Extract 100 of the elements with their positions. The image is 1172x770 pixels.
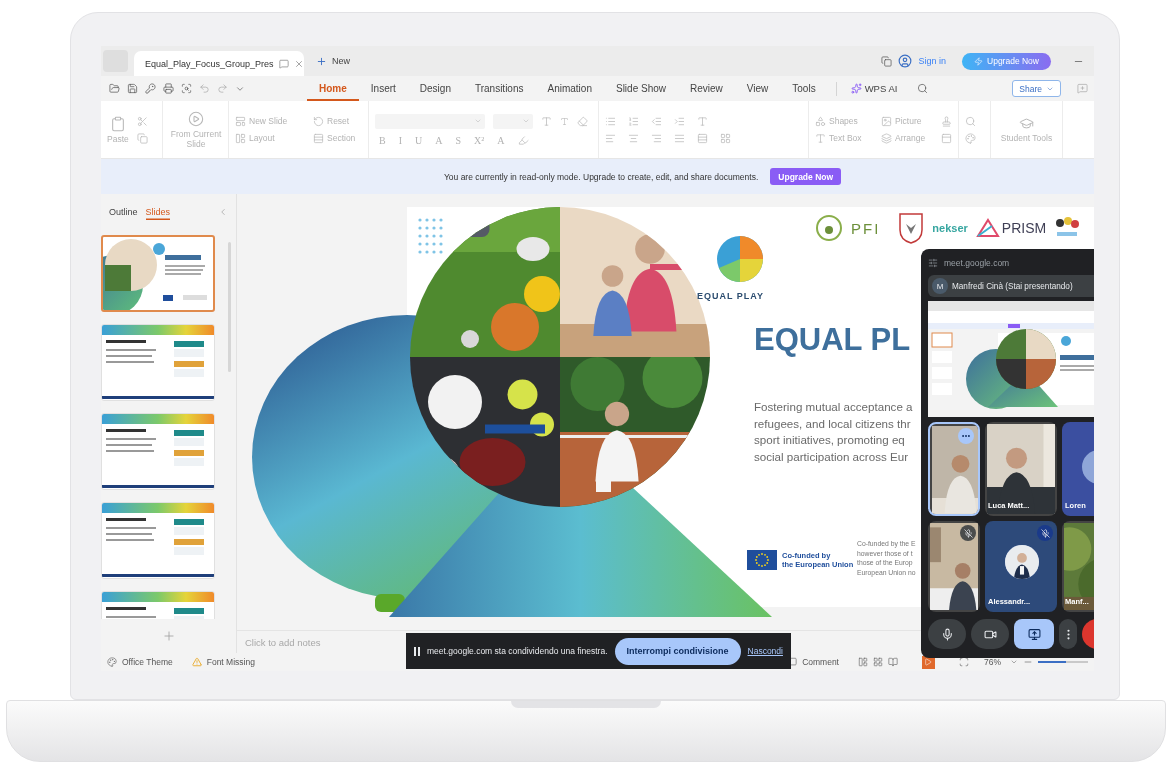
highlighter-icon[interactable] xyxy=(517,134,529,146)
comment-button[interactable]: Comment xyxy=(802,657,839,667)
more-button[interactable] xyxy=(1059,619,1077,649)
slide-thumbnail[interactable] xyxy=(101,235,215,312)
graduation-cap-icon xyxy=(1019,116,1034,131)
play-icon xyxy=(188,110,204,127)
picture-button[interactable]: Picture xyxy=(881,115,933,127)
layout-button[interactable]: Layout xyxy=(235,132,305,144)
menu-tab[interactable]: Animation xyxy=(535,76,604,101)
banner-message: You are currently in read-only mode. Upgrade to create, edit, and share documents. xyxy=(443,171,759,182)
panel-tab[interactable]: Slides xyxy=(145,203,171,220)
scissors-icon[interactable] xyxy=(136,115,148,127)
indent-icon[interactable] xyxy=(674,115,685,127)
notes-field[interactable]: Click to add notes xyxy=(245,636,321,648)
grow-font-icon[interactable] xyxy=(541,115,552,127)
sorter-view-icon[interactable] xyxy=(873,657,883,667)
menu-tab[interactable]: View xyxy=(734,76,781,101)
redo-icon[interactable] xyxy=(217,83,228,94)
superscript-button[interactable]: X² xyxy=(474,134,485,146)
search-icon[interactable] xyxy=(917,83,929,94)
new-tab-button[interactable]: New xyxy=(316,55,350,67)
columns-icon[interactable] xyxy=(720,132,731,144)
section-button[interactable]: Section xyxy=(313,132,356,144)
stop-sharing-button[interactable]: Interrompi condivisione xyxy=(614,637,741,665)
shadow-button[interactable]: S xyxy=(455,134,462,146)
menu-tab[interactable]: Tools xyxy=(780,76,828,101)
shapes-button[interactable]: Shapes xyxy=(815,115,873,127)
line-spacing-icon[interactable] xyxy=(697,132,708,144)
menu-tab[interactable]: Slide Show xyxy=(603,76,678,101)
font-size-field[interactable] xyxy=(493,113,533,129)
italic-button[interactable]: I xyxy=(398,134,402,146)
sparkle-icon xyxy=(850,83,862,94)
numbering-icon[interactable] xyxy=(628,115,639,127)
partner-logo-text: PFI xyxy=(851,219,881,237)
upgrade-now-button[interactable]: Upgrade Now xyxy=(770,168,842,185)
menu-tab[interactable]: Transitions xyxy=(462,76,536,101)
text-box-button[interactable]: Text Box xyxy=(815,132,873,144)
layers-icon xyxy=(881,132,892,144)
find-icon[interactable] xyxy=(965,115,976,127)
undo-icon[interactable] xyxy=(199,83,210,94)
zoom-level[interactable]: 76% xyxy=(984,657,1001,667)
eraser-icon[interactable] xyxy=(577,115,588,127)
reading-view-icon[interactable] xyxy=(888,657,898,667)
bold-button[interactable]: B xyxy=(379,134,386,146)
text-box-icon xyxy=(815,132,826,144)
lightning-icon xyxy=(974,56,983,66)
close-icon[interactable] xyxy=(293,58,304,69)
print-preview-icon[interactable] xyxy=(181,83,192,94)
folder-icon[interactable] xyxy=(109,83,120,94)
microphone-button[interactable] xyxy=(928,619,966,649)
stamp-icon[interactable] xyxy=(941,115,952,127)
menu-tab[interactable]: Review xyxy=(678,76,735,101)
collapse-icon[interactable] xyxy=(218,206,228,217)
window-icon[interactable] xyxy=(881,55,893,67)
align-center-icon[interactable] xyxy=(628,132,639,144)
palette-icon[interactable] xyxy=(965,132,976,144)
menu-tab[interactable]: Insert xyxy=(358,76,408,101)
paste-button[interactable]: Paste xyxy=(107,115,129,144)
student-tools-button[interactable]: Student Tools xyxy=(997,116,1056,143)
arrange-button[interactable]: Arrange xyxy=(881,132,933,144)
slide-body-line: social participation across Eur xyxy=(754,448,909,465)
globe-logo-icon xyxy=(715,234,765,284)
from-current-slide-button[interactable]: From Current Slide xyxy=(169,110,223,149)
hide-link[interactable]: Nascondi xyxy=(747,646,783,656)
add-slide-icon[interactable] xyxy=(161,629,176,643)
camera-button[interactable] xyxy=(971,619,1009,649)
align-right-icon[interactable] xyxy=(651,132,662,144)
menu-tab[interactable]: Home xyxy=(307,76,359,101)
upgrade-button[interactable]: Upgrade Now xyxy=(962,52,1051,70)
shrink-font-icon[interactable] xyxy=(560,116,569,126)
underline-button[interactable]: U xyxy=(415,134,423,146)
save-icon[interactable] xyxy=(127,83,138,94)
slide-body-line: refugees, and local citizens thr xyxy=(754,415,912,432)
normal-view-icon[interactable] xyxy=(858,657,868,667)
strikethrough-button[interactable]: A xyxy=(435,134,443,146)
share-button[interactable]: Share xyxy=(1012,80,1061,97)
bullets-icon[interactable] xyxy=(605,115,616,127)
key-icon[interactable] xyxy=(145,83,156,94)
settings-icon[interactable] xyxy=(928,258,938,268)
sign-in-link[interactable]: Sign in xyxy=(918,56,946,66)
outdent-icon[interactable] xyxy=(651,115,662,127)
menu-tab[interactable]: Design xyxy=(407,76,463,101)
avatar-icon[interactable] xyxy=(898,54,913,68)
panel-icon[interactable] xyxy=(941,132,952,144)
present-button[interactable] xyxy=(1014,619,1054,649)
panel-tab[interactable]: Outline xyxy=(109,203,138,220)
font-color-button[interactable]: A xyxy=(497,134,505,146)
font-warning: Font Missing xyxy=(206,657,255,667)
new-slide-button[interactable]: New Slide xyxy=(235,115,305,127)
reset-button[interactable]: Reset xyxy=(313,115,350,127)
printer-icon[interactable] xyxy=(163,83,174,94)
copy-icon[interactable] xyxy=(136,132,148,144)
ai-button[interactable]: WPS AI xyxy=(844,82,904,95)
text-direction-icon[interactable] xyxy=(697,115,708,127)
fit-icon[interactable] xyxy=(959,657,969,667)
justify-icon[interactable] xyxy=(674,132,685,144)
play-icon xyxy=(924,658,933,666)
document-tab[interactable]: Equal_Play_Focus_Group_Pres xyxy=(134,51,304,76)
align-left-icon[interactable] xyxy=(605,132,616,144)
font-field[interactable] xyxy=(375,113,485,129)
